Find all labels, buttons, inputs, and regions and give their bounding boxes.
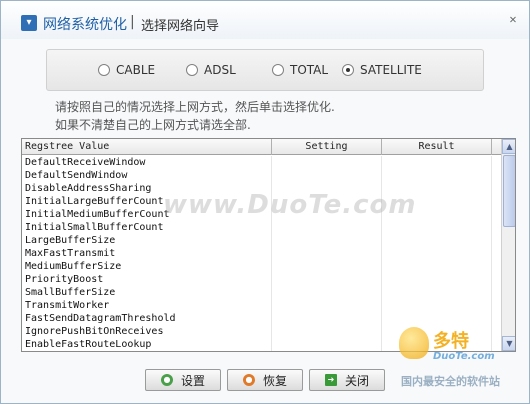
radio-circle-icon[interactable] [186,64,198,76]
window-title: 网络系统优化 [43,17,127,33]
cell-value: PriorityBoost [22,273,272,286]
cell-value: DefaultSendWindow [22,169,272,182]
cell-result [382,273,492,286]
setup-button[interactable]: ● 设置 [145,369,221,391]
scrollbar-thumb[interactable] [503,155,515,227]
radio-adsl[interactable]: ADSL [186,63,236,77]
logo-tagline: 国内最安全的软件站 [401,375,500,388]
cell-value: IgnorePushBitOnReceives [22,325,272,338]
table-row[interactable]: PriorityBoost [22,273,501,286]
cell-setting [272,286,382,299]
radio-circle-icon[interactable] [272,64,284,76]
close-icon[interactable]: ✕ [506,12,520,26]
cell-result [382,247,492,260]
cell-setting [272,156,382,169]
cell-result [382,169,492,182]
table-row[interactable]: InitialSmallBufferCount [22,221,501,234]
table-row[interactable]: SmallBufferSize [22,286,501,299]
setup-button-label: 设置 [180,373,205,388]
table-row[interactable]: DefaultReceiveWindow [22,156,501,169]
radio-cable[interactable]: CABLE [98,63,155,77]
table-row[interactable]: LargeBufferSize [22,234,501,247]
cell-value: MediumBufferSize [22,260,272,273]
radio-label-cable: CABLE [116,63,156,77]
radio-circle-icon[interactable] [98,64,110,76]
cell-value: LargeBufferSize [22,234,272,247]
cell-value: DefaultReceiveWindow [22,156,272,169]
title-separator: | [130,14,135,30]
table-row[interactable]: TransmitWorker [22,299,501,312]
restore-button[interactable]: ● 恢复 [227,369,303,391]
cell-setting [272,312,382,325]
restore-button-label: 恢复 [262,373,287,388]
instruction-line-2: 如果不清楚自己的上网方式请选全部. [55,118,251,132]
cell-setting [272,221,382,234]
radio-circle-icon[interactable] [342,64,354,76]
radio-label-total: TOTAL [290,63,329,77]
cell-setting [272,338,382,351]
cell-setting [272,169,382,182]
window-subtitle: 选择网络向导 [141,19,220,34]
table-row[interactable]: DefaultSendWindow [22,169,501,182]
table-header: Regstree Value Setting Result [22,139,501,155]
window-app-icon: ▾ [21,15,37,31]
cell-setting [272,325,382,338]
cell-result [382,286,492,299]
cell-setting [272,234,382,247]
optimizer-window: ▾ 网络系统优化 | 选择网络向导 ✕ CABLE ADSL TOTAL SAT… [0,0,530,404]
restore-icon: ● [242,374,255,386]
cell-setting [272,273,382,286]
cell-value: TransmitWorker [22,299,272,312]
gear-icon: ● [160,374,173,386]
cell-result [382,156,492,169]
logo-mascot-icon [399,327,429,359]
cell-setting [272,299,382,312]
cell-value: SmallBufferSize [22,286,272,299]
cell-result [382,299,492,312]
exit-arrow-icon: ➜ [324,374,337,386]
radio-label-adsl: ADSL [204,63,236,77]
radio-label-satellite: SATELLITE [360,63,422,77]
cell-value: InitialSmallBufferCount [22,221,272,234]
vertical-scrollbar[interactable]: ▲ ▼ [501,139,515,351]
radio-satellite[interactable]: SATELLITE [342,63,422,77]
logo-main-text: 多特 [433,331,469,352]
column-header-setting[interactable]: Setting [272,139,382,155]
site-logo: 多特 DuoTe.com 国内最安全的软件站 [395,321,529,403]
cell-setting [272,247,382,260]
cell-value: FastSendDatagramThreshold [22,312,272,325]
cell-result [382,221,492,234]
cell-result [382,234,492,247]
logo-sub-text: DuoTe.com [433,351,495,362]
table-row[interactable]: MaxFastTransmit [22,247,501,260]
cell-value: EnableFastRouteLookup [22,338,272,351]
radio-total[interactable]: TOTAL [272,63,328,77]
exit-button-label: 关闭 [344,373,369,388]
cell-result [382,260,492,273]
exit-button[interactable]: ➜ 关闭 [309,369,385,391]
cell-value: MaxFastTransmit [22,247,272,260]
cell-setting [272,260,382,273]
registry-table[interactable]: Regstree Value Setting Result DefaultRec… [21,138,516,352]
instruction-line-1: 请按照自己的情况选择上网方式，然后单击选择优化. [55,100,335,114]
column-header-result[interactable]: Result [382,139,492,155]
title-bar: ▾ 网络系统优化 | 选择网络向导 ✕ [1,1,529,39]
watermark-text: www.DuoTe.com [163,190,417,220]
column-header-value[interactable]: Regstree Value [22,139,272,155]
table-row[interactable]: MediumBufferSize [22,260,501,273]
chevron-up-icon[interactable]: ▲ [502,139,515,154]
connection-type-group: CABLE ADSL TOTAL SATELLITE [46,49,484,91]
